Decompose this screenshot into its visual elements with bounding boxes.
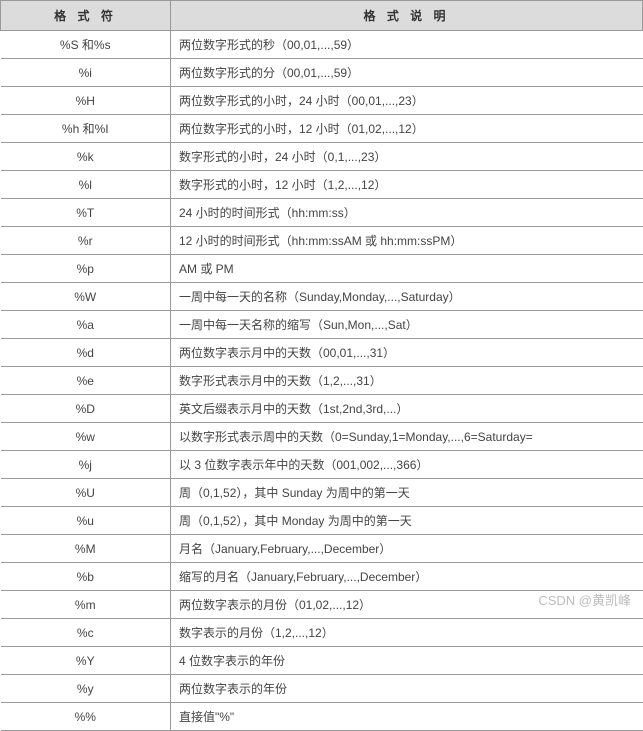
watermark: CSDN @黄凯峰: [538, 590, 631, 609]
format-symbol: %k: [1, 143, 171, 171]
format-symbol: %h 和%I: [1, 115, 171, 143]
table-row: %a一周中每一天名称的缩写（Sun,Mon,...,Sat）: [1, 311, 643, 339]
format-symbol: %y: [1, 675, 171, 703]
header-row: 格 式 符 格 式 说 明: [1, 1, 643, 31]
table-row: %T24 小时的时间形式（hh:mm:ss）: [1, 199, 643, 227]
format-symbol: %S 和%s: [1, 31, 171, 59]
table-row: %i两位数字形式的分（00,01,...,59）: [1, 59, 643, 87]
format-description: 两位数字形式的小时，12 小时（01,02,...,12）: [171, 115, 643, 143]
format-description: 缩写的月名（January,February,...,December）: [171, 563, 643, 591]
format-symbol: %m: [1, 591, 171, 619]
format-symbol: %e: [1, 367, 171, 395]
table-row: %u周（0,1,52），其中 Monday 为周中的第一天: [1, 507, 643, 535]
format-symbol: %T: [1, 199, 171, 227]
table-row: %pAM 或 PM: [1, 255, 643, 283]
table-row: %k数字形式的小时，24 小时（0,1,...,23）: [1, 143, 643, 171]
table-row: %j以 3 位数字表示年中的天数（001,002,...,366）: [1, 451, 643, 479]
table-body: %S 和%s两位数字形式的秒（00,01,...,59）%i两位数字形式的分（0…: [1, 31, 643, 731]
table-row: %U周（0,1,52），其中 Sunday 为周中的第一天: [1, 479, 643, 507]
format-description: 两位数字形式的秒（00,01,...,59）: [171, 31, 643, 59]
table-row: %M月名（January,February,...,December）: [1, 535, 643, 563]
format-description: 4 位数字表示的年份: [171, 647, 643, 675]
format-description: 两位数字表示月中的天数（00,01,...,31）: [171, 339, 643, 367]
table-row: %h 和%I两位数字形式的小时，12 小时（01,02,...,12）: [1, 115, 643, 143]
format-symbol: %%: [1, 703, 171, 731]
format-description: 两位数字表示的年份: [171, 675, 643, 703]
format-symbol: %i: [1, 59, 171, 87]
format-symbol: %l: [1, 171, 171, 199]
format-description: 一周中每一天名称的缩写（Sun,Mon,...,Sat）: [171, 311, 643, 339]
table-row: %H两位数字形式的小时，24 小时（00,01,...,23）: [1, 87, 643, 115]
format-description: 周（0,1,52），其中 Monday 为周中的第一天: [171, 507, 643, 535]
header-symbol: 格 式 符: [1, 1, 171, 31]
format-symbol: %j: [1, 451, 171, 479]
table-row: %D英文后缀表示月中的天数（1st,2nd,3rd,...）: [1, 395, 643, 423]
format-symbol: %p: [1, 255, 171, 283]
table-row: %%直接值"%": [1, 703, 643, 731]
table-row: %l数字形式的小时，12 小时（1,2,...,12）: [1, 171, 643, 199]
table-row: %Y4 位数字表示的年份: [1, 647, 643, 675]
table-row: %r12 小时的时间形式（hh:mm:ssAM 或 hh:mm:ssPM）: [1, 227, 643, 255]
format-symbol: %a: [1, 311, 171, 339]
format-description: 数字形式表示月中的天数（1,2,...,31）: [171, 367, 643, 395]
format-description: 12 小时的时间形式（hh:mm:ssAM 或 hh:mm:ssPM）: [171, 227, 643, 255]
table-row: %S 和%s两位数字形式的秒（00,01,...,59）: [1, 31, 643, 59]
format-description: 直接值"%": [171, 703, 643, 731]
format-symbol: %U: [1, 479, 171, 507]
format-symbol: %b: [1, 563, 171, 591]
format-description: 两位数字形式的小时，24 小时（00,01,...,23）: [171, 87, 643, 115]
table-row: %b缩写的月名（January,February,...,December）: [1, 563, 643, 591]
table-row: %c数字表示的月份（1,2,...,12）: [1, 619, 643, 647]
table-row: %e数字形式表示月中的天数（1,2,...,31）: [1, 367, 643, 395]
format-description: 24 小时的时间形式（hh:mm:ss）: [171, 199, 643, 227]
format-description: 两位数字形式的分（00,01,...,59）: [171, 59, 643, 87]
table-row: %w以数字形式表示周中的天数（0=Sunday,1=Monday,...,6=S…: [1, 423, 643, 451]
format-description: 英文后缀表示月中的天数（1st,2nd,3rd,...）: [171, 395, 643, 423]
format-symbol: %r: [1, 227, 171, 255]
format-description: 一周中每一天的名称（Sunday,Monday,...,Saturday）: [171, 283, 643, 311]
format-description: 数字形式的小时，24 小时（0,1,...,23）: [171, 143, 643, 171]
format-symbol: %M: [1, 535, 171, 563]
format-description: 以数字形式表示周中的天数（0=Sunday,1=Monday,...,6=Sat…: [171, 423, 643, 451]
format-symbol: %d: [1, 339, 171, 367]
format-symbol: %D: [1, 395, 171, 423]
format-table: 格 式 符 格 式 说 明 %S 和%s两位数字形式的秒（00,01,...,5…: [0, 0, 643, 731]
header-description: 格 式 说 明: [171, 1, 643, 31]
format-description: 月名（January,February,...,December）: [171, 535, 643, 563]
format-symbol: %u: [1, 507, 171, 535]
format-symbol: %w: [1, 423, 171, 451]
format-description: 周（0,1,52），其中 Sunday 为周中的第一天: [171, 479, 643, 507]
table-row: %d两位数字表示月中的天数（00,01,...,31）: [1, 339, 643, 367]
format-symbol: %H: [1, 87, 171, 115]
table-row: %y两位数字表示的年份: [1, 675, 643, 703]
format-symbol: %W: [1, 283, 171, 311]
format-symbol: %c: [1, 619, 171, 647]
format-description: 以 3 位数字表示年中的天数（001,002,...,366）: [171, 451, 643, 479]
format-description: AM 或 PM: [171, 255, 643, 283]
format-description: 数字表示的月份（1,2,...,12）: [171, 619, 643, 647]
format-description: 数字形式的小时，12 小时（1,2,...,12）: [171, 171, 643, 199]
table-row: %W一周中每一天的名称（Sunday,Monday,...,Saturday）: [1, 283, 643, 311]
format-symbol: %Y: [1, 647, 171, 675]
